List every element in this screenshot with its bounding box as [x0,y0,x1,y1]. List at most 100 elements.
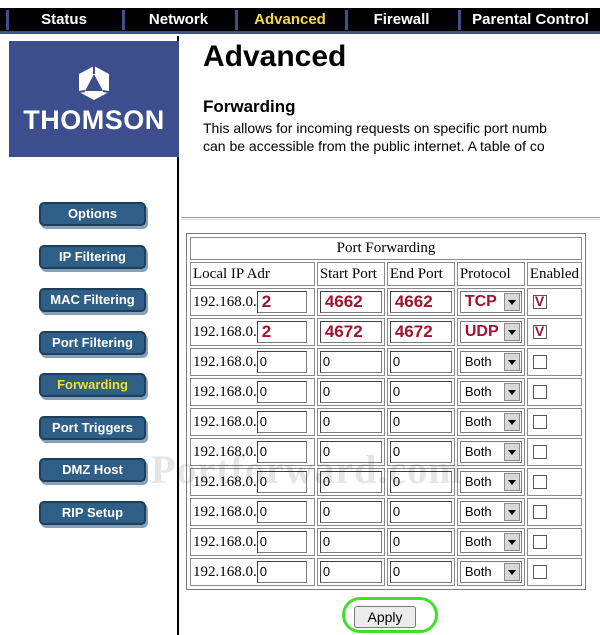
protocol-select[interactable]: Both [459,411,522,433]
chevron-down-icon[interactable] [503,323,520,341]
ip-prefix: 192.168.0. [193,293,257,310]
chevron-down-icon[interactable] [503,473,520,491]
ip-last-octet-input[interactable]: 0 [256,471,307,493]
sidebar-item-ip-filtering[interactable]: IP Filtering [39,245,146,269]
protocol-select[interactable]: Both [459,351,522,373]
chevron-down-icon[interactable] [503,533,520,551]
end-port-input[interactable]: 4662 [389,291,452,313]
end-port-input[interactable]: 0 [389,441,452,463]
end-port-input[interactable]: 0 [389,501,452,523]
start-port-input[interactable]: 0 [319,351,382,373]
start-port-input[interactable]: 0 [319,561,382,583]
ip-last-octet-input[interactable]: 0 [256,531,307,553]
enabled-checkbox[interactable] [532,505,547,520]
protocol-cell: Both [456,348,525,376]
start-port-input[interactable]: 4672 [319,321,382,343]
enabled-checkbox[interactable] [532,323,547,340]
table-row: 192.168.0. 0 0 0 Both [190,438,582,466]
ip-last-octet-input[interactable]: 0 [256,351,307,373]
chevron-down-icon[interactable] [503,503,520,521]
table-row: 192.168.0. 2 4662 4662 TCP [190,288,582,316]
ip-last-octet-input[interactable]: 0 [256,441,307,463]
ip-cell: 192.168.0. 0 [190,528,315,556]
sidebar-item-mac-filtering[interactable]: MAC Filtering [39,288,146,312]
ip-last-octet-input[interactable]: 2 [256,321,307,343]
end-port-input[interactable]: 0 [389,411,452,433]
ip-prefix: 192.168.0. [193,473,257,490]
ip-last-octet-input[interactable]: 2 [256,291,307,313]
start-port-input[interactable]: 0 [319,501,382,523]
protocol-select[interactable]: Both [459,501,522,523]
description-line-1: This allows for incoming requests on spe… [203,120,547,136]
end-port-cell: 0 [386,558,455,586]
end-port-input[interactable]: 0 [389,561,452,583]
end-port-input[interactable]: 0 [389,531,452,553]
protocol-value: TCP [464,293,497,310]
sidebar-item-dmz-host[interactable]: DMZ Host [39,458,146,482]
apply-button[interactable]: Apply [354,606,416,628]
ip-last-octet-input[interactable]: 0 [256,561,307,583]
sidebar-item-options[interactable]: Options [39,202,146,226]
tab-network[interactable]: Network [122,10,232,30]
sidebar-item-forwarding[interactable]: Forwarding [39,373,146,397]
chevron-down-icon[interactable] [503,383,520,401]
start-port-input[interactable]: 0 [319,411,382,433]
protocol-value: Both [464,444,492,459]
end-port-cell: 0 [386,408,455,436]
enabled-checkbox[interactable] [532,293,547,310]
ip-last-octet-input[interactable]: 0 [256,501,307,523]
protocol-select[interactable]: TCP [459,291,522,313]
start-port-cell: 0 [316,348,385,376]
table-row: 192.168.0. 0 0 0 Both [190,408,582,436]
enabled-checkbox[interactable] [532,565,547,580]
chevron-down-icon[interactable] [503,413,520,431]
enabled-checkbox[interactable] [532,355,547,370]
ip-cell: 192.168.0. 0 [190,408,315,436]
chevron-down-icon[interactable] [503,353,520,371]
chevron-down-icon[interactable] [503,563,520,581]
protocol-select[interactable]: UDP [459,321,522,343]
sidebar-item-port-triggers[interactable]: Port Triggers [39,416,146,440]
sidebar-item-rip-setup[interactable]: RIP Setup [39,501,146,525]
sidebar: THOMSON Options IP Filtering MAC Filteri… [9,36,179,635]
enabled-checkbox[interactable] [532,445,547,460]
enabled-cell [526,378,582,406]
ip-last-octet-input[interactable]: 0 [256,411,307,433]
protocol-select[interactable]: Both [459,561,522,583]
tab-advanced[interactable]: Advanced [235,10,342,30]
tab-firewall[interactable]: Firewall [345,10,455,30]
enabled-checkbox[interactable] [532,385,547,400]
start-port-input[interactable]: 0 [319,531,382,553]
ip-prefix: 192.168.0. [193,443,257,460]
start-port-input[interactable]: 4662 [319,291,382,313]
enabled-checkbox[interactable] [532,415,547,430]
start-port-input[interactable]: 0 [319,381,382,403]
ip-prefix: 192.168.0. [193,563,257,580]
protocol-cell: Both [456,498,525,526]
protocol-select[interactable]: Both [459,441,522,463]
start-port-input[interactable]: 0 [319,471,382,493]
protocol-value: Both [464,534,492,549]
enabled-checkbox[interactable] [532,535,547,550]
end-port-input[interactable]: 0 [389,351,452,373]
start-port-input[interactable]: 0 [319,441,382,463]
protocol-select[interactable]: Both [459,471,522,493]
end-port-input[interactable]: 4672 [389,321,452,343]
protocol-value: Both [464,384,492,399]
sidebar-item-port-filtering[interactable]: Port Filtering [39,331,146,355]
end-port-input[interactable]: 0 [389,471,452,493]
protocol-select[interactable]: Both [459,531,522,553]
start-port-cell: 0 [316,498,385,526]
tab-status[interactable]: Status [6,10,119,30]
start-port-cell: 0 [316,408,385,436]
end-port-input[interactable]: 0 [389,381,452,403]
tab-parental-control[interactable]: Parental Control [458,10,600,30]
enabled-checkbox[interactable] [532,475,547,490]
start-port-cell: 0 [316,528,385,556]
chevron-down-icon[interactable] [503,293,520,311]
ip-last-octet-input[interactable]: 0 [256,381,307,403]
protocol-value: Both [464,564,492,579]
protocol-select[interactable]: Both [459,381,522,403]
divider [181,217,600,220]
chevron-down-icon[interactable] [503,443,520,461]
